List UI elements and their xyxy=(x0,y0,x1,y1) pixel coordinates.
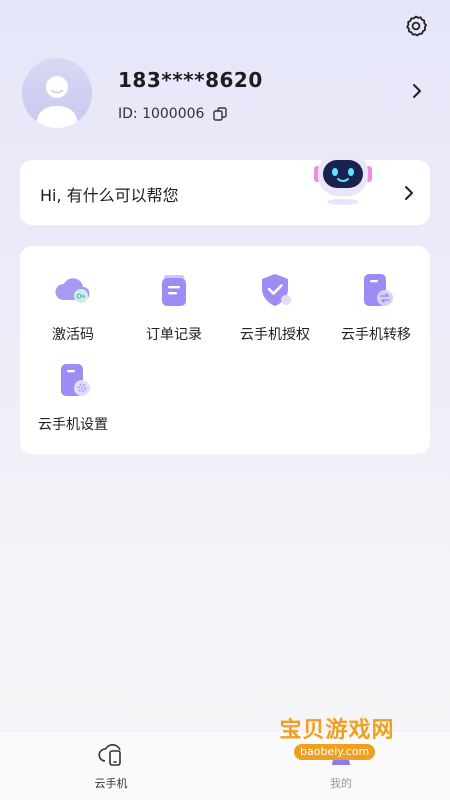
feature-label: 云手机设置 xyxy=(38,417,108,433)
watermark: 宝贝游戏网 baobeiy.com xyxy=(262,704,422,794)
order-record-icon xyxy=(162,275,186,306)
avatar[interactable] xyxy=(22,58,92,128)
feature-label: 云手机授权 xyxy=(240,327,310,343)
robot-icon xyxy=(314,152,372,205)
gear-icon xyxy=(406,15,427,37)
ai-assistant-card[interactable]: Hi, 有什么可以帮您 xyxy=(20,152,430,225)
feature-cloud-phone-settings[interactable]: 云手机设置 xyxy=(23,360,123,434)
feature-grid: 激活码 订单记录 云手机授权 云手机转移 云手机设置 xyxy=(20,246,430,454)
phone-settings-icon xyxy=(61,364,90,396)
feature-order-record[interactable]: 订单记录 xyxy=(124,270,224,344)
feature-cloud-phone-authorization[interactable]: 云手机授权 xyxy=(225,270,325,344)
feature-cloud-phone-transfer[interactable]: 云手机转移 xyxy=(326,270,426,344)
feature-label: 订单记录 xyxy=(146,327,202,343)
shield-check-icon xyxy=(262,274,291,306)
phone-number: 183****8620 xyxy=(118,68,263,92)
cloud-phone-icon xyxy=(98,744,121,766)
chevron-right-icon[interactable] xyxy=(410,82,424,100)
chevron-right-icon[interactable] xyxy=(402,184,416,202)
phone-transfer-icon xyxy=(364,274,393,306)
tab-label: 云手机 xyxy=(94,777,128,790)
ai-greeting: Hi, 有什么可以帮您 xyxy=(40,186,179,205)
watermark-url: baobeiy.com xyxy=(294,744,376,760)
watermark-text: 宝贝游戏网 xyxy=(279,717,395,742)
feature-label: 云手机转移 xyxy=(341,327,411,343)
copy-icon[interactable] xyxy=(212,106,228,122)
feature-activation-code[interactable]: 激活码 xyxy=(23,270,123,344)
settings-button[interactable] xyxy=(402,12,430,40)
user-id: ID: 1000006 xyxy=(118,106,205,122)
cloud-key-icon xyxy=(55,278,90,303)
tab-cloud-phone[interactable]: 云手机 xyxy=(66,741,156,791)
feature-label: 激活码 xyxy=(52,327,94,343)
profile-header[interactable]: 183****8620 ID: 1000006 xyxy=(22,58,430,128)
